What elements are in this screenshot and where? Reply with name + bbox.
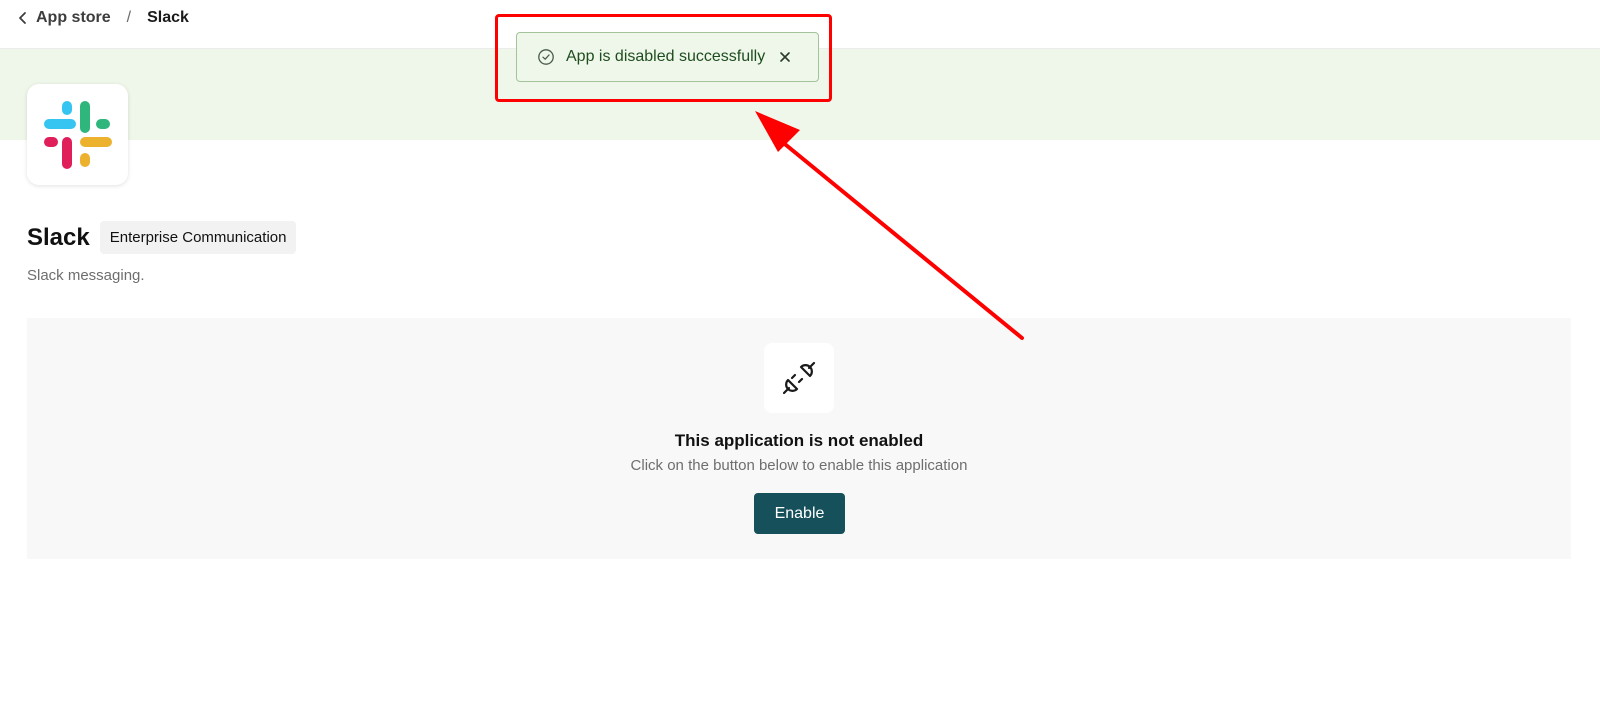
breadcrumb-current: Slack — [147, 9, 189, 26]
not-enabled-subtitle: Click on the button below to enable this… — [630, 457, 968, 474]
app-title-row: Slack Enterprise Communication — [27, 221, 297, 254]
not-enabled-title: This application is not enabled — [674, 431, 924, 450]
breadcrumb-back-link[interactable]: App store — [18, 9, 111, 27]
not-enabled-panel: This application is not enabled Click on… — [27, 318, 1571, 559]
app-detail-page: App store / Slack Slack Enterprise Commu… — [0, 0, 1600, 722]
app-description: Slack messaging. — [27, 267, 145, 284]
plug-icon-box — [764, 343, 834, 413]
chevron-left-icon — [19, 12, 26, 24]
app-category-badge: Enterprise Communication — [99, 221, 297, 254]
slack-logo-icon — [43, 100, 112, 169]
app-logo — [27, 84, 128, 185]
enable-button[interactable]: Enable — [754, 493, 845, 534]
app-name: Slack — [27, 223, 90, 251]
breadcrumb-app-store[interactable]: App store — [36, 9, 111, 27]
annotation-highlight-box — [495, 14, 832, 102]
breadcrumb: App store / Slack — [18, 8, 189, 28]
unplugged-icon — [782, 361, 816, 395]
breadcrumb-separator: / — [126, 9, 132, 26]
